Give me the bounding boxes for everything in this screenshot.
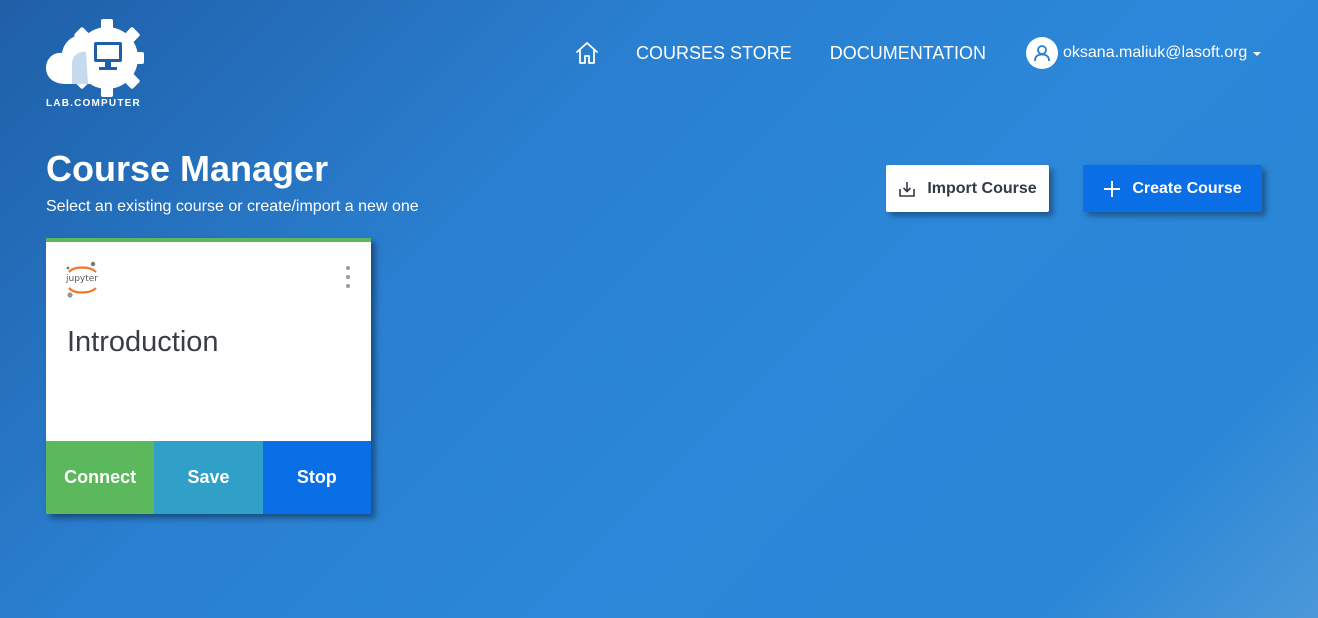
page-subtitle: Select an existing course or create/impo…	[46, 198, 419, 215]
import-course-label: Import Course	[927, 179, 1037, 197]
import-course-button[interactable]: Import Course	[886, 165, 1049, 212]
course-status-bar	[46, 238, 371, 242]
page-title: Course Manager	[46, 148, 329, 189]
user-email: oksana.maliuk@lasoft.org	[1063, 44, 1248, 61]
top-nav: COURSES STORE DOCUMENTATION	[570, 36, 986, 70]
create-course-button[interactable]: Create Course	[1083, 165, 1262, 212]
connect-button[interactable]: Connect	[46, 441, 155, 514]
create-course-label: Create Course	[1132, 179, 1242, 197]
course-title: Introduction	[67, 326, 219, 358]
home-icon	[576, 42, 598, 64]
user-menu[interactable]: oksana.maliuk@lasoft.org	[1026, 37, 1262, 69]
course-logo-text: jupyter	[66, 274, 99, 284]
save-button[interactable]: Save	[154, 441, 263, 514]
course-card: jupyter Introduction Connect Save Stop	[46, 238, 371, 514]
avatar	[1026, 37, 1058, 69]
brand-name: LAB.COMPUTER	[46, 98, 141, 109]
more-vertical-icon	[346, 266, 350, 270]
home-link[interactable]	[570, 36, 604, 70]
import-icon	[898, 180, 916, 198]
nav-documentation[interactable]: DOCUMENTATION	[830, 43, 986, 64]
jupyter-icon: jupyter	[64, 260, 104, 302]
plus-icon	[1103, 180, 1121, 198]
user-icon	[1034, 45, 1050, 62]
chevron-down-icon	[1253, 52, 1262, 56]
nav-courses-store[interactable]: COURSES STORE	[636, 43, 792, 64]
stop-button[interactable]: Stop	[262, 441, 371, 514]
course-actions: Connect Save Stop	[46, 441, 371, 514]
course-menu-button[interactable]	[343, 266, 353, 288]
